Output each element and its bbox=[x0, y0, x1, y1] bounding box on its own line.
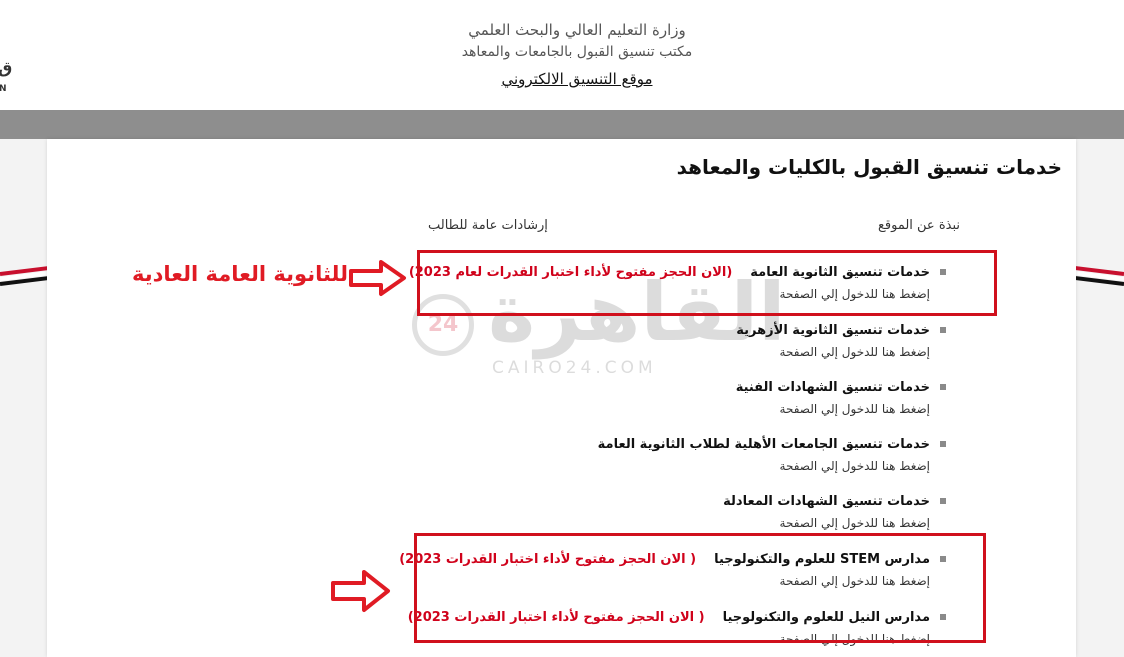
bullet-square-icon bbox=[940, 497, 946, 504]
service-title: خدمات تنسيق الشهادات المعادلة bbox=[723, 494, 930, 509]
service-enter-link[interactable]: إضغط هنا للدخول إلي الصفحة bbox=[386, 457, 930, 475]
right-background bbox=[1064, 139, 1124, 657]
header-titles: وزارة التعليم العالي والبحث العلمي مكتب … bbox=[0, 20, 1124, 88]
office-name: مكتب تنسيق القبول بالجامعات والمعاهد bbox=[461, 44, 693, 60]
service-item-equivalent-certificates[interactable]: خدمات تنسيق الشهادات المعادلة إضغط هنا ل… bbox=[386, 493, 946, 532]
left-background bbox=[0, 139, 60, 657]
bullet-square-icon bbox=[940, 440, 946, 447]
service-enter-link[interactable]: إضغط هنا للدخول إلي الصفحة bbox=[386, 514, 930, 532]
service-enter-link[interactable]: إضغط هنا للدخول إلي الصفحة bbox=[386, 343, 930, 361]
service-item-private-universities[interactable]: خدمات تنسيق الجامعات الأهلية لطلاب الثان… bbox=[386, 436, 946, 475]
service-item-technical[interactable]: خدمات تنسيق الشهادات الفنية إضغط هنا للد… bbox=[386, 379, 946, 418]
arrow-right-icon bbox=[349, 260, 406, 296]
top-nav-bar bbox=[0, 110, 1124, 139]
about-site-link[interactable]: نبذة عن الموقع bbox=[878, 218, 960, 233]
service-title: خدمات تنسيق الشهادات الفنية bbox=[735, 380, 930, 395]
highlight-box-stem-nile bbox=[414, 533, 986, 643]
arrow-right-icon bbox=[331, 570, 390, 612]
site-home-link[interactable]: موقع التنسيق الالكتروني bbox=[502, 70, 653, 88]
service-item-azhar[interactable]: خدمات تنسيق الثانوية الأزهرية إضغط هنا ل… bbox=[386, 322, 946, 361]
service-title: خدمات تنسيق الثانوية الأزهرية bbox=[736, 323, 930, 338]
highlight-box-general bbox=[417, 250, 997, 316]
service-title: خدمات تنسيق الجامعات الأهلية لطلاب الثان… bbox=[597, 437, 930, 452]
watermark-url: CAIRO24.COM bbox=[492, 358, 657, 378]
bullet-square-icon bbox=[940, 326, 946, 333]
page-title: خدمات تنسيق القبول بالكليات والمعاهد bbox=[676, 155, 1062, 179]
student-guide-link[interactable]: إرشادات عامة للطالب bbox=[428, 218, 548, 233]
service-enter-link[interactable]: إضغط هنا للدخول إلي الصفحة bbox=[386, 400, 930, 418]
site-header: ق N وزارة التعليم العالي والبحث العلمي م… bbox=[0, 0, 1124, 110]
bullet-square-icon bbox=[940, 383, 946, 390]
ministry-name: وزارة التعليم العالي والبحث العلمي bbox=[468, 21, 686, 39]
callout-text: للثانوية العامة العادية bbox=[132, 262, 348, 286]
